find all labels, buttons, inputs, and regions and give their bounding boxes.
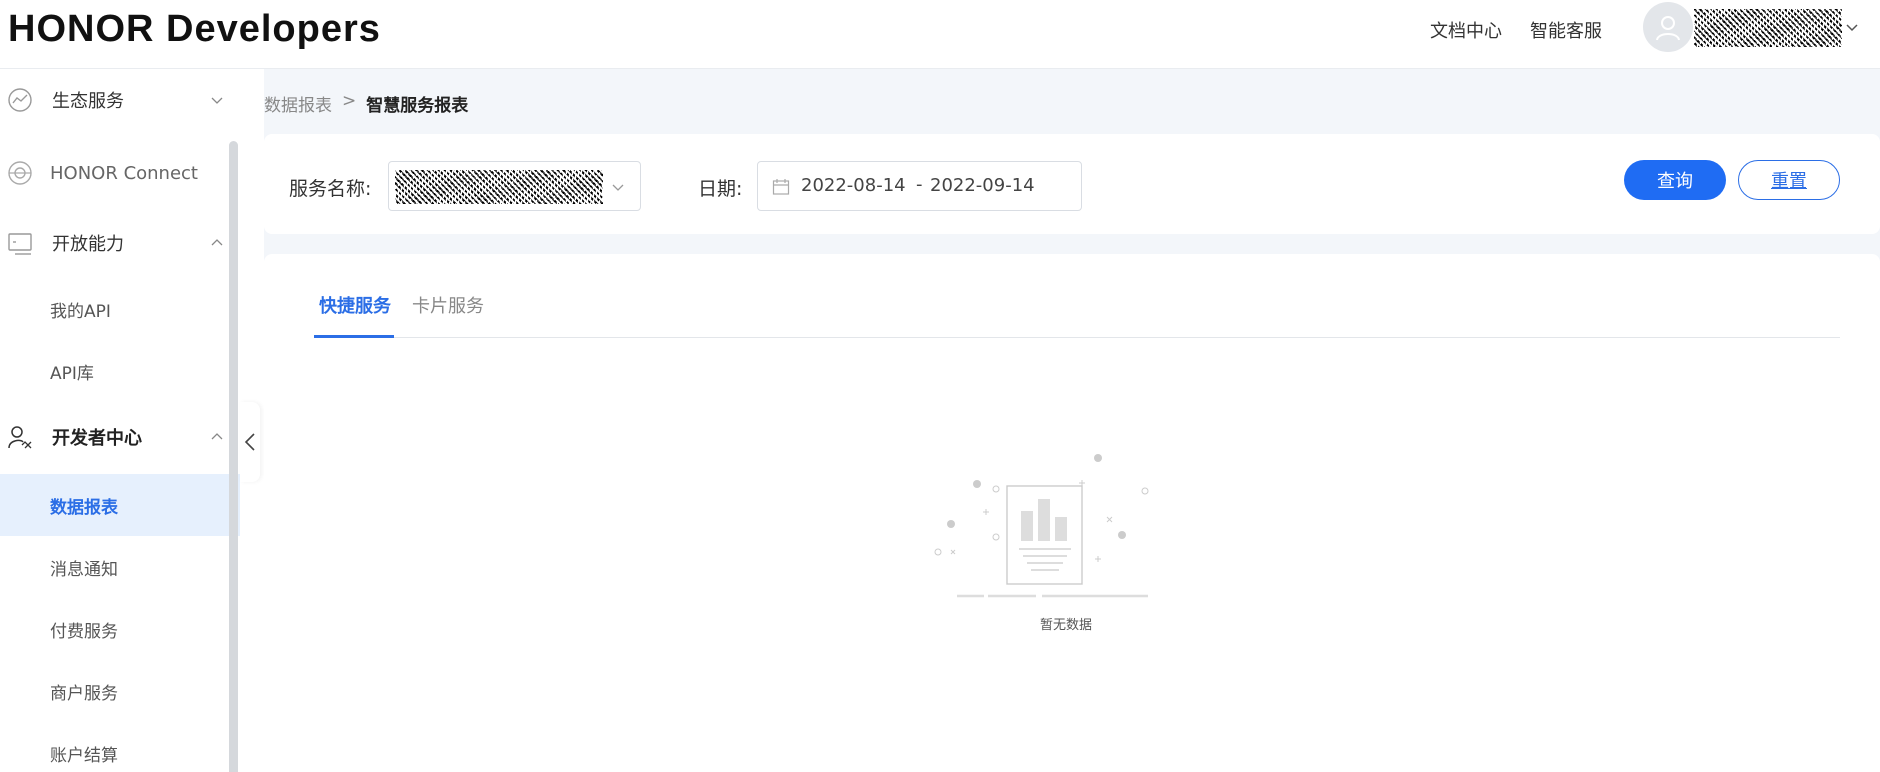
chevron-down-icon[interactable] bbox=[1845, 20, 1859, 34]
sidebar-item-my-api[interactable]: 我的API bbox=[0, 278, 240, 340]
sidebar-item-paid-services[interactable]: 付费服务 bbox=[0, 598, 240, 660]
sidebar-item-data-reports[interactable]: 数据报表 bbox=[0, 474, 240, 536]
breadcrumb-current: 智慧服务报表 bbox=[366, 96, 469, 116]
sidebar-item-label: 开放能力 bbox=[52, 234, 124, 255]
filter-panel: 服务名称: 日期: 2022-08-14 - 2022-09-14 查询 重置 bbox=[264, 134, 1880, 234]
sidebar-item-open-capabilities[interactable]: 开放能力 bbox=[0, 212, 240, 274]
chevron-down-icon bbox=[612, 184, 624, 191]
app-root: HONOR Developers 文档中心 智能客服 生态服务 HONOR Co… bbox=[0, 0, 1880, 772]
sidebar-item-label: 数据报表 bbox=[50, 497, 118, 518]
logo[interactable]: HONOR Developers bbox=[8, 8, 381, 51]
chevron-up-icon bbox=[211, 239, 223, 246]
sidebar-item-label: 生态服务 bbox=[52, 91, 124, 112]
chevron-left-icon bbox=[244, 433, 255, 451]
date-range-picker[interactable]: 2022-08-14 - 2022-09-14 bbox=[757, 161, 1082, 211]
breadcrumb: 数据报表 > 智慧服务报表 bbox=[264, 91, 468, 116]
sidebar-item-label: 消息通知 bbox=[50, 559, 118, 580]
service-name-select[interactable] bbox=[388, 161, 641, 211]
user-icon bbox=[1656, 16, 1680, 41]
date-end: 2022-09-14 bbox=[930, 175, 1035, 196]
breadcrumb-separator: > bbox=[342, 91, 357, 111]
trend-chart-icon bbox=[8, 88, 32, 112]
query-button[interactable]: 查询 bbox=[1624, 160, 1726, 200]
sidebar: 生态服务 HONOR Connect 开放能力 我的API API库 开发者中心… bbox=[0, 69, 240, 772]
sidebar-item-api-library[interactable]: API库 bbox=[0, 340, 240, 402]
chevron-down-icon bbox=[211, 97, 223, 104]
sidebar-item-ecosystem[interactable]: 生态服务 bbox=[0, 69, 240, 131]
chevron-up-icon bbox=[211, 433, 223, 440]
sidebar-item-label: 商户服务 bbox=[50, 683, 118, 704]
report-content-card: 快捷服务 卡片服务 暂无数据 bbox=[264, 254, 1880, 772]
top-header: HONOR Developers 文档中心 智能客服 bbox=[0, 0, 1880, 69]
sidebar-scrollbar[interactable] bbox=[229, 141, 238, 772]
developer-user-icon bbox=[8, 426, 32, 449]
main-content: 数据报表 > 智慧服务报表 服务名称: 日期: 2022-08-14 - 202… bbox=[264, 69, 1880, 772]
reset-button[interactable]: 重置 bbox=[1738, 160, 1840, 200]
smart-support-link[interactable]: 智能客服 bbox=[1530, 17, 1602, 43]
sidebar-item-developer-center[interactable]: 开发者中心 bbox=[0, 406, 240, 468]
tab-card-service[interactable]: 卡片服务 bbox=[412, 292, 484, 318]
service-name-redacted bbox=[395, 170, 603, 204]
sidebar-item-label: HONOR Connect bbox=[50, 162, 198, 184]
user-name-redacted bbox=[1694, 9, 1842, 47]
date-start: 2022-08-14 bbox=[801, 175, 906, 196]
sidebar-item-honor-connect[interactable]: HONOR Connect bbox=[0, 142, 240, 204]
connect-globe-icon bbox=[8, 161, 32, 185]
sidebar-item-label: 我的API bbox=[50, 301, 111, 322]
active-tab-indicator bbox=[314, 335, 394, 338]
avatar[interactable] bbox=[1643, 2, 1693, 52]
docs-center-link[interactable]: 文档中心 bbox=[1430, 17, 1502, 43]
sidebar-item-notifications[interactable]: 消息通知 bbox=[0, 536, 240, 598]
breadcrumb-parent[interactable]: 数据报表 bbox=[264, 91, 332, 116]
sidebar-item-label: API库 bbox=[50, 363, 94, 384]
date-label: 日期: bbox=[698, 178, 743, 200]
sidebar-item-account-settlement[interactable]: 账户结算 bbox=[0, 722, 240, 772]
calendar-icon bbox=[772, 179, 790, 195]
tab-bar: 快捷服务 卡片服务 bbox=[314, 254, 1840, 338]
sidebar-item-merchant-services[interactable]: 商户服务 bbox=[0, 660, 240, 722]
empty-state-text: 暂无数据 bbox=[1039, 618, 1092, 633]
sidebar-item-label: 开发者中心 bbox=[52, 428, 142, 449]
tab-quick-service[interactable]: 快捷服务 bbox=[319, 292, 391, 318]
sidebar-collapse-button[interactable] bbox=[240, 402, 260, 482]
empty-chart-illustration bbox=[934, 454, 1149, 598]
monitor-icon bbox=[8, 233, 32, 255]
service-name-label: 服务名称: bbox=[289, 178, 372, 200]
sidebar-item-label: 付费服务 bbox=[50, 621, 118, 642]
empty-state: 暂无数据 bbox=[932, 449, 1222, 639]
date-separator: - bbox=[916, 174, 923, 195]
sidebar-item-label: 账户结算 bbox=[50, 745, 118, 766]
